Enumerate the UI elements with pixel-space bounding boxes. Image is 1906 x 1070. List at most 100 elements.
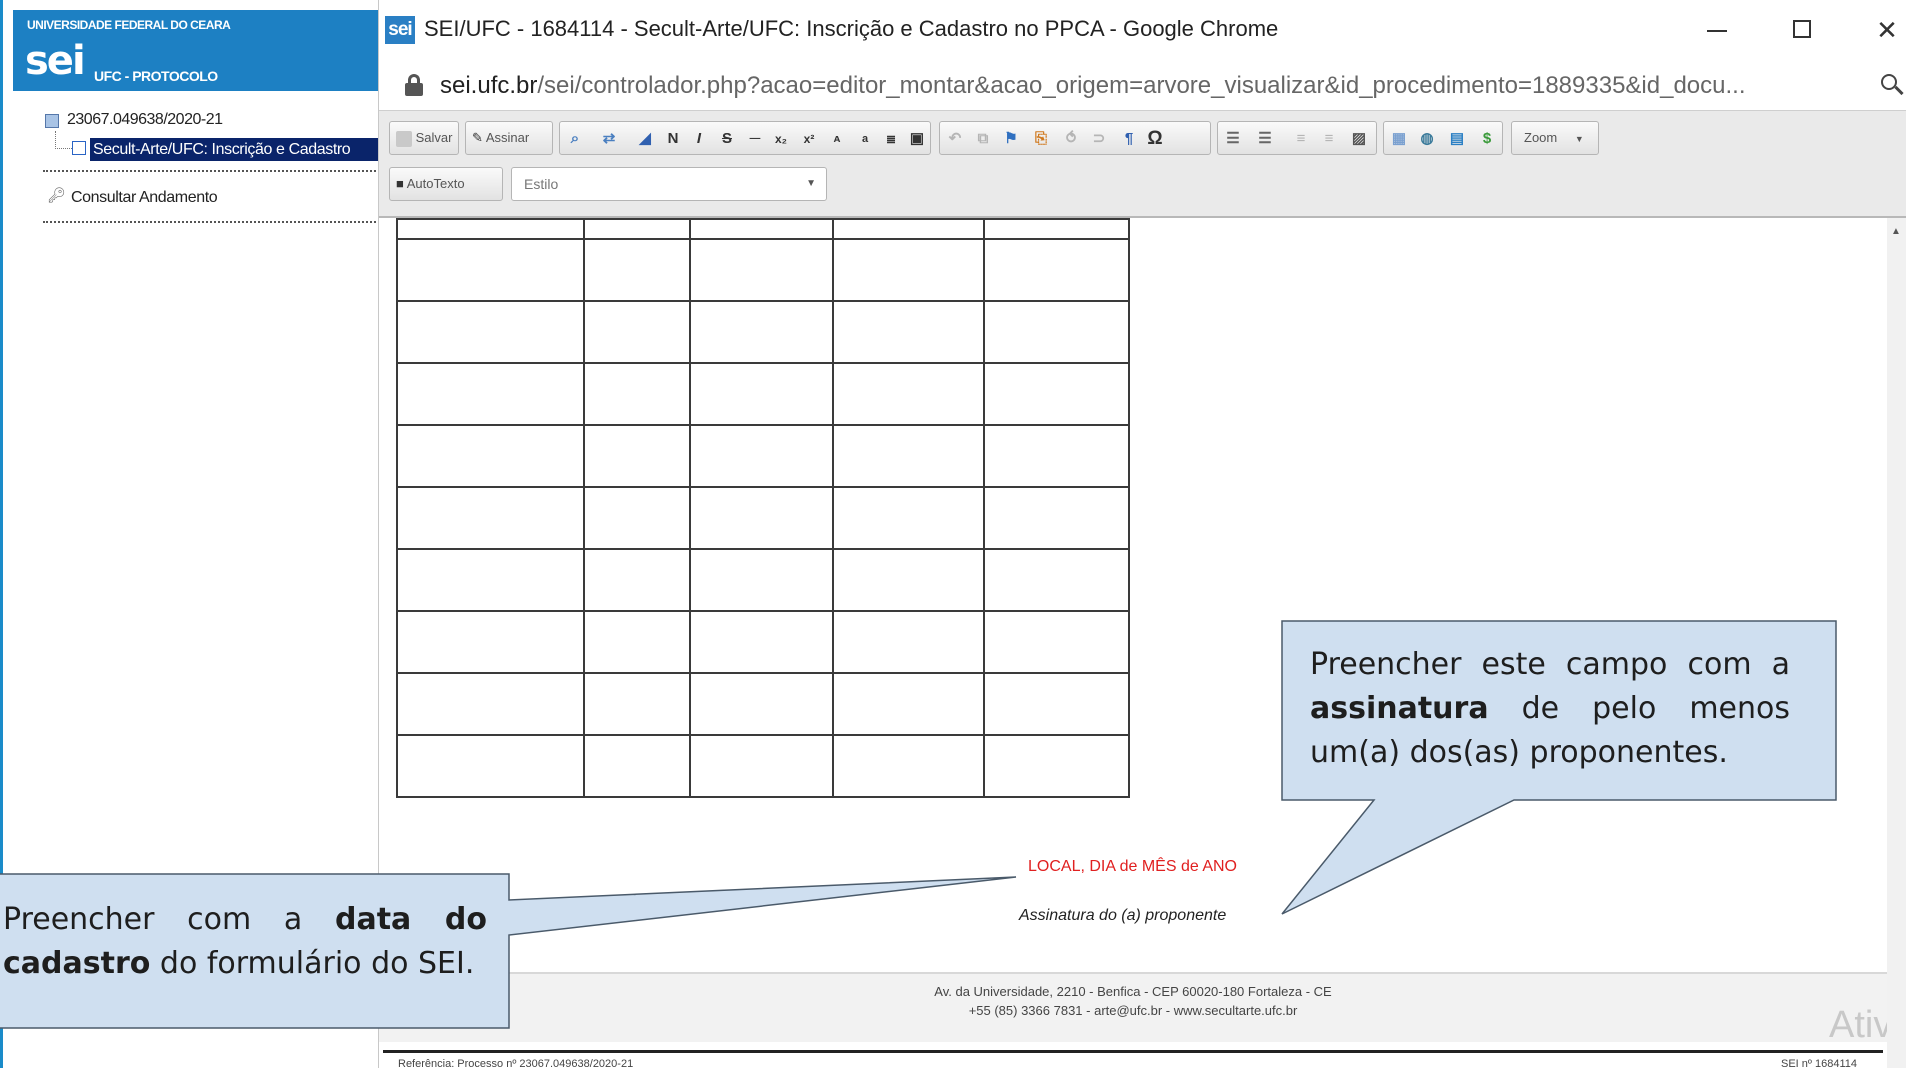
table-cell[interactable]	[983, 486, 1130, 550]
consultar-andamento-link[interactable]: Consultar Andamento	[71, 189, 218, 207]
table-cell[interactable]	[689, 362, 834, 426]
table-cell[interactable]	[689, 672, 834, 736]
table-cell[interactable]	[832, 362, 985, 426]
table-cell[interactable]	[689, 734, 834, 798]
minimize-button[interactable]	[1685, 8, 1745, 52]
copy-icon[interactable]: ⧉	[974, 130, 992, 148]
local-date-field[interactable]: LOCAL, DIA de MÊS de ANO	[1028, 858, 1237, 876]
bold-button[interactable]: N	[664, 130, 682, 148]
url-text[interactable]: sei.ufc.br/sei/controlador.php?acao=edit…	[440, 72, 1746, 100]
table-cell[interactable]	[396, 300, 585, 364]
table-cell[interactable]	[983, 672, 1130, 736]
table-cell[interactable]	[832, 734, 985, 798]
save-button[interactable]: Salvar	[389, 121, 459, 155]
special-char-button[interactable]: Ω	[1146, 129, 1164, 148]
table-icon[interactable]: ▦	[1390, 130, 1408, 148]
table-cell[interactable]	[832, 610, 985, 674]
bullet-list-icon[interactable]: ☰	[1256, 130, 1274, 148]
table-cell[interactable]	[583, 300, 691, 364]
table-cell[interactable]	[583, 424, 691, 488]
close-button[interactable]: ✕	[1857, 8, 1906, 52]
table-cell[interactable]	[583, 610, 691, 674]
table-cell[interactable]	[832, 238, 985, 302]
table-cell[interactable]	[583, 734, 691, 798]
globe-icon[interactable]: ◍	[1418, 130, 1436, 148]
table-cell[interactable]	[689, 548, 834, 612]
estilo-select[interactable]: Estilo ▼	[511, 167, 827, 201]
anchor-icon[interactable]: ⚑	[1002, 130, 1020, 148]
table-cell[interactable]	[689, 610, 834, 674]
table-cell[interactable]	[832, 300, 985, 364]
scroll-up-icon[interactable]: ▲	[1891, 226, 1901, 237]
subscript-icon[interactable]: x₂	[772, 130, 790, 148]
table-cell[interactable]	[689, 486, 834, 550]
find-icon[interactable]: ⌕	[566, 130, 584, 148]
table-cell[interactable]	[396, 672, 585, 736]
indent-icon[interactable]: ≡	[1320, 130, 1338, 148]
table-cell[interactable]	[396, 362, 585, 426]
text-color-icon[interactable]: ▣	[908, 130, 926, 148]
outdent-icon[interactable]: ≡	[1292, 130, 1310, 148]
process-folder-icon[interactable]	[45, 114, 59, 128]
image-icon[interactable]: ▨	[1350, 130, 1368, 148]
address-bar[interactable]: sei.ufc.br/sei/controlador.php?acao=edit…	[379, 60, 1906, 110]
maximize-button[interactable]	[1771, 8, 1831, 52]
table-cell[interactable]	[832, 218, 985, 240]
scrollbar[interactable]: ▲	[1887, 218, 1906, 1068]
table-cell[interactable]	[396, 218, 585, 240]
strikethrough-icon[interactable]: ─	[746, 130, 764, 148]
unlink-icon[interactable]: ⊃	[1090, 130, 1108, 148]
superscript-icon[interactable]: x²	[800, 130, 818, 148]
window-titlebar[interactable]: sei SEI/UFC - 1684114 - Secult-Arte/UFC:…	[379, 0, 1906, 60]
table-cell[interactable]	[396, 610, 585, 674]
eraser-icon[interactable]: ◢	[636, 130, 654, 148]
table-cell[interactable]	[396, 238, 585, 302]
table-cell[interactable]	[583, 672, 691, 736]
table-cell[interactable]	[832, 672, 985, 736]
table-cell[interactable]	[583, 548, 691, 612]
table-cell[interactable]	[689, 238, 834, 302]
table-cell[interactable]	[583, 218, 691, 240]
tree-item-selected-document[interactable]: Secult-Arte/UFC: Inscrição e Cadastro	[90, 138, 383, 161]
table-cell[interactable]	[983, 362, 1130, 426]
sei-link-icon[interactable]: ▤	[1448, 130, 1466, 148]
table-cell[interactable]	[983, 238, 1130, 302]
undo-icon[interactable]: ↶	[946, 130, 964, 148]
table-cell[interactable]	[983, 300, 1130, 364]
table-cell[interactable]	[583, 238, 691, 302]
replace-icon[interactable]: ⇄	[600, 130, 618, 148]
signature-field[interactable]: Assinatura do (a) proponente	[1019, 907, 1226, 925]
document-icon[interactable]	[72, 141, 86, 155]
table-cell[interactable]	[689, 424, 834, 488]
table-cell[interactable]	[983, 548, 1130, 612]
table-cell[interactable]	[983, 218, 1130, 240]
sei-logo[interactable]: sei	[25, 38, 86, 84]
table-cell[interactable]	[832, 548, 985, 612]
link-icon[interactable]: ⥀	[1062, 130, 1080, 148]
table-cell[interactable]	[983, 610, 1130, 674]
table-cell[interactable]	[983, 424, 1130, 488]
table-cell[interactable]	[689, 218, 834, 240]
uppercase-icon[interactable]: ᴀ	[828, 130, 846, 148]
table-cell[interactable]	[832, 486, 985, 550]
table-dropdown-icon[interactable]: ≣	[882, 130, 900, 148]
sign-button[interactable]: ✎ Assinar	[465, 121, 553, 155]
zoom-icon[interactable]	[1879, 72, 1906, 100]
table-cell[interactable]	[689, 300, 834, 364]
pilcrow-icon[interactable]: ¶	[1120, 130, 1138, 148]
lock-icon[interactable]	[404, 74, 424, 96]
table-cell[interactable]	[396, 424, 585, 488]
process-number-link[interactable]: 23067.049638/2020-21	[67, 111, 223, 129]
table-cell[interactable]	[583, 486, 691, 550]
paste-icon[interactable]: ⎘	[1032, 130, 1050, 148]
italic-button[interactable]: I	[690, 130, 708, 148]
numbered-list-icon[interactable]: ☰	[1224, 130, 1242, 148]
table-cell[interactable]	[583, 362, 691, 426]
table-cell[interactable]	[396, 548, 585, 612]
table-cell[interactable]	[396, 486, 585, 550]
dollar-icon[interactable]: $	[1478, 130, 1496, 148]
strike-button[interactable]: S	[718, 130, 736, 148]
zoom-dropdown[interactable]: Zoom ▼	[1511, 121, 1599, 155]
table-cell[interactable]	[396, 734, 585, 798]
table-cell[interactable]	[983, 734, 1130, 798]
